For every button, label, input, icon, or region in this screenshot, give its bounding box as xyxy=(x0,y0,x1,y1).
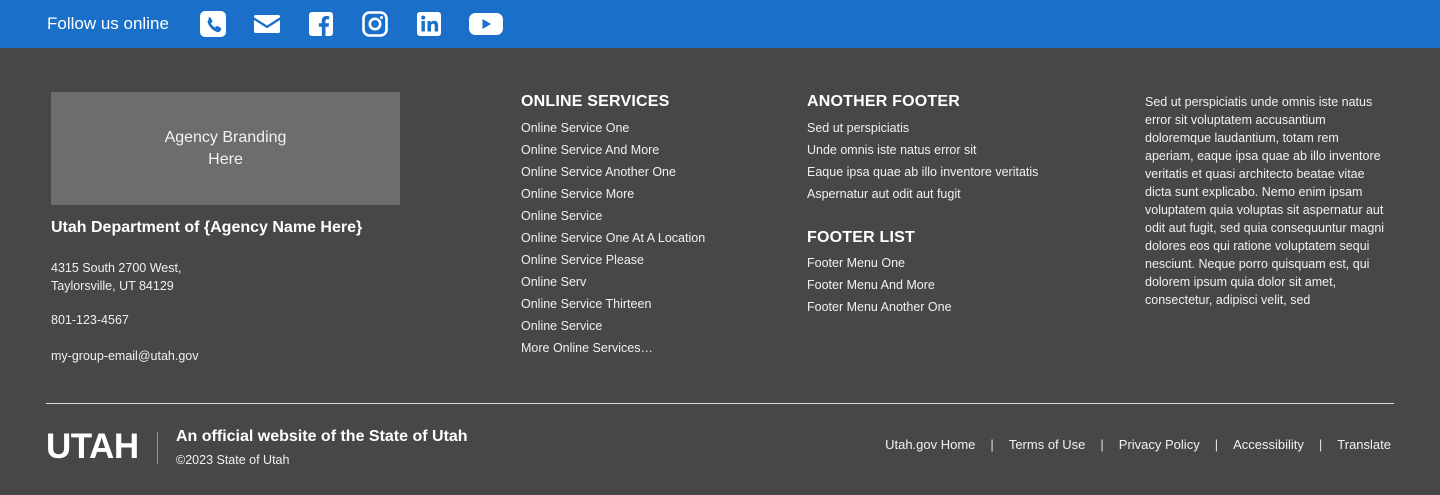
follow-us-label: Follow us online xyxy=(47,14,169,33)
footer-menu-link[interactable]: Footer Menu One xyxy=(807,252,952,274)
online-service-link[interactable]: Online Service Please xyxy=(521,249,705,271)
agency-phone[interactable]: 801-123-4567 xyxy=(51,313,129,327)
follow-us-bar: Follow us online xyxy=(0,0,1440,48)
facebook-icon[interactable] xyxy=(306,9,336,39)
another-footer-link[interactable]: Sed ut perspiciatis xyxy=(807,117,1038,139)
site-footer: Agency Branding Here Utah Department of … xyxy=(0,48,1440,495)
online-service-link[interactable]: Online Service And More xyxy=(521,139,705,161)
accessibility-link[interactable]: Accessibility xyxy=(1233,437,1304,452)
instagram-icon[interactable] xyxy=(360,9,390,39)
translate-link[interactable]: Translate xyxy=(1337,437,1391,452)
online-service-link[interactable]: Online Service One At A Location xyxy=(521,227,705,249)
social-links xyxy=(198,9,528,39)
phone-icon[interactable] xyxy=(198,9,228,39)
address-line-1: 4315 South 2700 West, xyxy=(51,261,182,275)
email-icon[interactable] xyxy=(252,9,282,39)
link-separator: | xyxy=(990,437,994,452)
online-services-title: ONLINE SERVICES xyxy=(521,93,670,110)
utah-logo[interactable]: UTAH xyxy=(46,426,139,468)
online-service-link[interactable]: Online Service One xyxy=(521,117,705,139)
logo-separator xyxy=(157,432,158,464)
linkedin-icon[interactable] xyxy=(414,9,444,39)
link-separator: | xyxy=(1100,437,1104,452)
privacy-policy-link[interactable]: Privacy Policy xyxy=(1119,437,1200,452)
online-service-link[interactable]: Online Service Thirteen xyxy=(521,293,705,315)
youtube-icon[interactable] xyxy=(468,9,504,39)
link-separator: | xyxy=(1214,437,1219,452)
online-service-link[interactable]: Online Service More xyxy=(521,183,705,205)
online-service-link[interactable]: Online Service xyxy=(521,205,705,227)
footer-list-title: FOOTER LIST xyxy=(807,229,915,246)
another-footer-column: ANOTHER FOOTER Sed ut perspiciatis Unde … xyxy=(807,93,1038,205)
online-services-column: ONLINE SERVICES Online Service One Onlin… xyxy=(521,93,705,359)
official-website-text: An official website of the State of Utah xyxy=(176,428,468,445)
terms-of-use-link[interactable]: Terms of Use xyxy=(1009,437,1086,452)
agency-email[interactable]: my-group-email@utah.gov xyxy=(51,349,198,363)
copyright-text: ©2023 State of Utah xyxy=(176,453,290,467)
footer-description-text: Sed ut perspiciatis unde omnis iste natu… xyxy=(1145,95,1385,307)
agency-branding-placeholder: Agency Branding Here xyxy=(51,92,400,205)
another-footer-link[interactable]: Eaque ipsa quae ab illo inventore verita… xyxy=(807,161,1038,183)
footer-list-column: FOOTER LIST Footer Menu One Footer Menu … xyxy=(807,229,952,318)
another-footer-link[interactable]: Aspernatur aut odit aut fugit xyxy=(807,183,1038,205)
agency-branding-text: Agency Branding Here xyxy=(164,128,287,168)
footer-menu-link[interactable]: Footer Menu Another One xyxy=(807,296,952,318)
agency-address: 4315 South 2700 West, Taylorsville, UT 8… xyxy=(51,259,181,295)
bottom-links: Utah.gov Home | Terms of Use | Privacy P… xyxy=(885,437,1391,452)
utah-gov-home-link[interactable]: Utah.gov Home xyxy=(885,437,975,452)
link-separator: | xyxy=(1318,437,1323,452)
footer-menu-link[interactable]: Footer Menu And More xyxy=(807,274,952,296)
online-service-link[interactable]: Online Service Another One xyxy=(521,161,705,183)
another-footer-link[interactable]: Unde omnis iste natus error sit xyxy=(807,139,1038,161)
online-service-link[interactable]: Online Serv xyxy=(521,271,705,293)
agency-name: Utah Department of {Agency Name Here} xyxy=(51,219,363,236)
more-online-services-link[interactable]: More Online Services… xyxy=(521,337,705,359)
another-footer-title: ANOTHER FOOTER xyxy=(807,93,961,110)
address-line-2: Taylorsville, UT 84129 xyxy=(51,279,174,293)
footer-divider xyxy=(46,403,1394,404)
online-service-link[interactable]: Online Service xyxy=(521,315,705,337)
